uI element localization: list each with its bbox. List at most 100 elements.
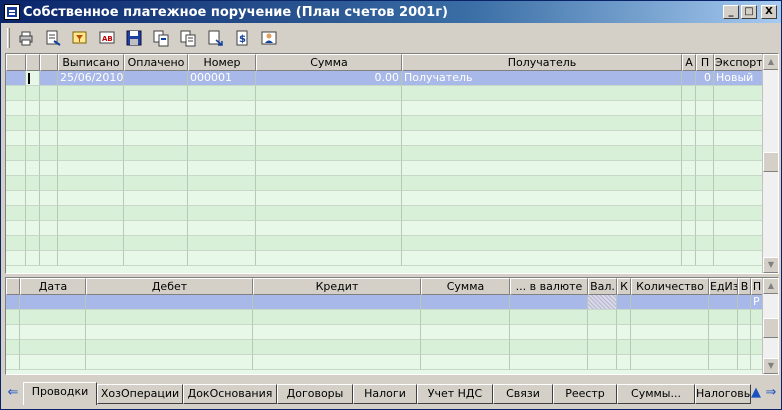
- empty-cell[interactable]: [588, 310, 617, 325]
- empty-cell[interactable]: [256, 146, 402, 161]
- empty-cell[interactable]: [714, 176, 763, 191]
- empty-cell[interactable]: [26, 146, 40, 161]
- empty-row[interactable]: [6, 310, 763, 325]
- empty-cell[interactable]: [58, 86, 124, 101]
- empty-cell[interactable]: [617, 340, 631, 355]
- empty-cell[interactable]: [6, 116, 26, 131]
- empty-cell[interactable]: [714, 221, 763, 236]
- cell-currency[interactable]: [588, 295, 617, 310]
- cell-debit[interactable]: [86, 295, 253, 310]
- empty-cell[interactable]: [6, 191, 26, 206]
- cell-date[interactable]: [20, 295, 86, 310]
- empty-cell[interactable]: [714, 146, 763, 161]
- empty-cell[interactable]: [510, 310, 588, 325]
- scroll-thumb[interactable]: [763, 318, 778, 338]
- scroll-down-button[interactable]: ▼: [763, 358, 778, 374]
- empty-cell[interactable]: [58, 146, 124, 161]
- col-header-date[interactable]: Дата: [20, 278, 86, 295]
- empty-cell[interactable]: [256, 191, 402, 206]
- empty-cell[interactable]: [714, 191, 763, 206]
- empty-cell[interactable]: [256, 251, 402, 266]
- filter-button[interactable]: [68, 27, 92, 49]
- vertical-scrollbar[interactable]: ▲ ▼: [762, 54, 778, 273]
- empty-cell[interactable]: [709, 310, 738, 325]
- empty-cell[interactable]: [631, 355, 709, 370]
- empty-cell[interactable]: [256, 101, 402, 116]
- col-header-currency-amount[interactable]: ... в валюте: [510, 278, 588, 295]
- empty-cell[interactable]: [696, 131, 714, 146]
- tab-scroll-right-icon[interactable]: ⇒: [763, 384, 779, 404]
- empty-cell[interactable]: [188, 176, 256, 191]
- empty-cell[interactable]: [714, 131, 763, 146]
- empty-cell[interactable]: [402, 146, 682, 161]
- empty-cell[interactable]: [510, 325, 588, 340]
- empty-cell[interactable]: [124, 161, 188, 176]
- empty-cell[interactable]: [6, 340, 20, 355]
- empty-cell[interactable]: [709, 340, 738, 355]
- empty-cell[interactable]: [402, 161, 682, 176]
- empty-cell[interactable]: [6, 101, 26, 116]
- tab-links[interactable]: Связи: [493, 384, 553, 404]
- empty-cell[interactable]: [696, 236, 714, 251]
- empty-cell[interactable]: [402, 206, 682, 221]
- empty-cell[interactable]: [124, 251, 188, 266]
- empty-cell[interactable]: [253, 355, 421, 370]
- empty-cell[interactable]: [40, 251, 58, 266]
- empty-cell[interactable]: [40, 206, 58, 221]
- empty-cell[interactable]: [714, 161, 763, 176]
- empty-cell[interactable]: [256, 236, 402, 251]
- col-header-indicator[interactable]: [6, 54, 26, 71]
- empty-cell[interactable]: [6, 325, 20, 340]
- save-button[interactable]: [122, 27, 146, 49]
- col-header-credit[interactable]: Кредит: [253, 278, 421, 295]
- empty-cell[interactable]: [188, 116, 256, 131]
- cell-unit[interactable]: [709, 295, 738, 310]
- col-header-currency[interactable]: Вал.: [588, 278, 617, 295]
- maximize-button[interactable]: □: [741, 5, 757, 19]
- empty-cell[interactable]: [738, 325, 751, 340]
- col-header-v[interactable]: В: [738, 278, 751, 295]
- scroll-up-button[interactable]: ▲: [763, 54, 778, 70]
- empty-cell[interactable]: [696, 176, 714, 191]
- empty-cell[interactable]: [6, 251, 26, 266]
- col-header-issued[interactable]: Выписано: [58, 54, 124, 71]
- col-header-number[interactable]: Номер: [188, 54, 256, 71]
- cell-amount[interactable]: 0.00: [256, 71, 402, 86]
- empty-cell[interactable]: [20, 325, 86, 340]
- empty-cell[interactable]: [256, 161, 402, 176]
- empty-cell[interactable]: [631, 340, 709, 355]
- empty-cell[interactable]: [588, 340, 617, 355]
- empty-cell[interactable]: [40, 101, 58, 116]
- empty-cell[interactable]: [714, 206, 763, 221]
- empty-cell[interactable]: [510, 355, 588, 370]
- col-header-export[interactable]: Экспорт: [714, 54, 763, 71]
- empty-cell[interactable]: [253, 325, 421, 340]
- col-header-paid[interactable]: Оплачено: [124, 54, 188, 71]
- table-row[interactable]: Р: [6, 295, 763, 310]
- empty-cell[interactable]: [696, 86, 714, 101]
- empty-cell[interactable]: [86, 355, 253, 370]
- empty-cell[interactable]: [58, 131, 124, 146]
- empty-cell[interactable]: [714, 101, 763, 116]
- empty-cell[interactable]: [124, 191, 188, 206]
- empty-cell[interactable]: [6, 221, 26, 236]
- empty-cell[interactable]: [6, 176, 26, 191]
- empty-cell[interactable]: [58, 101, 124, 116]
- empty-row[interactable]: [6, 221, 763, 236]
- empty-cell[interactable]: [26, 131, 40, 146]
- empty-cell[interactable]: [682, 86, 696, 101]
- empty-cell[interactable]: [631, 310, 709, 325]
- empty-cell[interactable]: [26, 101, 40, 116]
- empty-cell[interactable]: [714, 116, 763, 131]
- empty-cell[interactable]: [709, 325, 738, 340]
- empty-cell[interactable]: [124, 146, 188, 161]
- empty-cell[interactable]: [682, 191, 696, 206]
- scroll-up-button[interactable]: ▲: [763, 278, 778, 294]
- cell-number[interactable]: 000001: [188, 71, 256, 86]
- empty-cell[interactable]: [696, 101, 714, 116]
- cell-paid[interactable]: [124, 71, 188, 86]
- documents-grid[interactable]: Выписано Оплачено Номер Сумма Получатель…: [5, 53, 779, 274]
- empty-cell[interactable]: [402, 176, 682, 191]
- col-header-mark[interactable]: [26, 54, 40, 71]
- empty-cell[interactable]: [617, 355, 631, 370]
